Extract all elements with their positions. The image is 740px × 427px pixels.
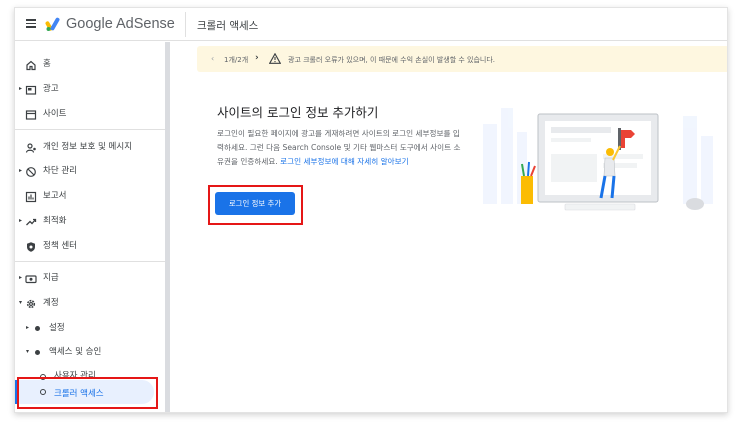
sidebar-item-sites[interactable]: 사이트: [15, 105, 165, 125]
sidebar-item-blocking[interactable]: ▸ 차단 관리: [15, 162, 165, 182]
sidebar: 홈 ▸ 광고 사이트 개인 정보 보호 및 메시지 ▸ 차단 관리 보고서 ▸: [15, 42, 165, 412]
login-illustration: [483, 108, 713, 211]
sidebar-item-account[interactable]: ▾ 계정: [15, 294, 165, 314]
sidebar-item-optimize[interactable]: ▸ 최적화: [15, 212, 165, 232]
sidebar-item-policy-center[interactable]: 정책 센터: [15, 237, 165, 257]
caret-right-icon: ▸: [26, 324, 30, 331]
highlight-box: [17, 377, 158, 409]
divider: [185, 12, 186, 37]
error-banner: ‹ 1개/2개 › 광고 크롤러 오류가 있으며, 이 때문에 수익 손실이 발…: [197, 46, 727, 72]
ads-icon: [25, 85, 37, 95]
caret-right-icon: ▸: [19, 217, 23, 224]
bullet-icon: [35, 326, 40, 331]
add-login-info-button[interactable]: 로그인 정보 추가: [215, 192, 295, 215]
chevron-right-icon[interactable]: ›: [255, 53, 259, 63]
chevron-left-icon[interactable]: ‹: [211, 54, 214, 63]
optimize-icon: [26, 218, 37, 226]
sidebar-border: [165, 42, 170, 412]
reports-icon: [25, 191, 37, 203]
sidebar-item-label: 계정: [43, 298, 59, 308]
app-window: Google AdSense 크롤러 액세스 홈 ▸ 광고 사이트 개인 정보 …: [14, 7, 728, 413]
sidebar-item-access-authorization[interactable]: ▾ 액세스 및 승인: [15, 343, 165, 363]
sidebar-item-reports[interactable]: 보고서: [15, 187, 165, 207]
learn-more-link[interactable]: 로그인 세부정보에 대해 자세히 알아보기: [280, 157, 408, 166]
banner-message: 광고 크롤러 오류가 있으며, 이 때문에 수익 손실이 발생할 수 있습니다.: [288, 56, 496, 64]
adsense-logo-icon: [45, 17, 60, 31]
banner-pager: 1개/2개: [224, 56, 249, 64]
caret-right-icon: ▸: [19, 274, 23, 281]
sidebar-item-label: 홈: [43, 59, 51, 69]
caret-right-icon: ▸: [19, 85, 23, 92]
caret-down-icon: ▾: [26, 348, 30, 355]
gear-icon: [26, 299, 36, 309]
menu-icon[interactable]: [26, 19, 36, 28]
warning-icon: [269, 53, 281, 64]
sidebar-item-label: 보고서: [43, 191, 67, 201]
sidebar-divider: [15, 129, 165, 130]
sidebar-item-label: 광고: [43, 84, 59, 94]
sidebar-item-label: 개인 정보 보호 및 메시지: [43, 142, 133, 152]
payments-icon: [25, 275, 37, 284]
bullet-icon: [35, 350, 40, 355]
sidebar-item-label: 지급: [43, 273, 59, 283]
sidebar-item-privacy[interactable]: 개인 정보 보호 및 메시지: [15, 138, 165, 158]
sidebar-item-label: 정책 센터: [43, 241, 77, 251]
home-icon: [26, 60, 36, 71]
sidebar-item-label: 차단 관리: [43, 166, 77, 176]
sidebar-item-payments[interactable]: ▸ 지급: [15, 269, 165, 289]
section-headline: 사이트의 로그인 정보 추가하기: [217, 105, 379, 120]
sidebar-item-label: 최적화: [43, 216, 67, 226]
privacy-icon: [25, 143, 36, 153]
brand-name: Google AdSense: [66, 16, 175, 32]
sidebar-item-settings[interactable]: ▸ 설정: [15, 319, 165, 339]
section-description: 로그인이 필요한 페이지에 광고를 게재하려면 사이트의 로그인 세부정보를 입…: [217, 127, 462, 169]
policy-icon: [27, 242, 35, 252]
sidebar-item-home[interactable]: 홈: [15, 55, 165, 75]
sidebar-divider: [15, 261, 165, 262]
page-title: 크롤러 액세스: [197, 20, 259, 32]
sidebar-item-ads[interactable]: ▸ 광고: [15, 80, 165, 100]
block-icon: [26, 167, 36, 177]
sidebar-item-label: 사이트: [43, 109, 67, 119]
caret-down-icon: ▾: [19, 299, 23, 306]
sidebar-item-label: 액세스 및 승인: [49, 347, 102, 357]
sites-icon: [25, 110, 37, 120]
sidebar-item-label: 설정: [49, 323, 65, 333]
top-bar: Google AdSense 크롤러 액세스: [15, 8, 727, 41]
caret-right-icon: ▸: [19, 167, 23, 174]
